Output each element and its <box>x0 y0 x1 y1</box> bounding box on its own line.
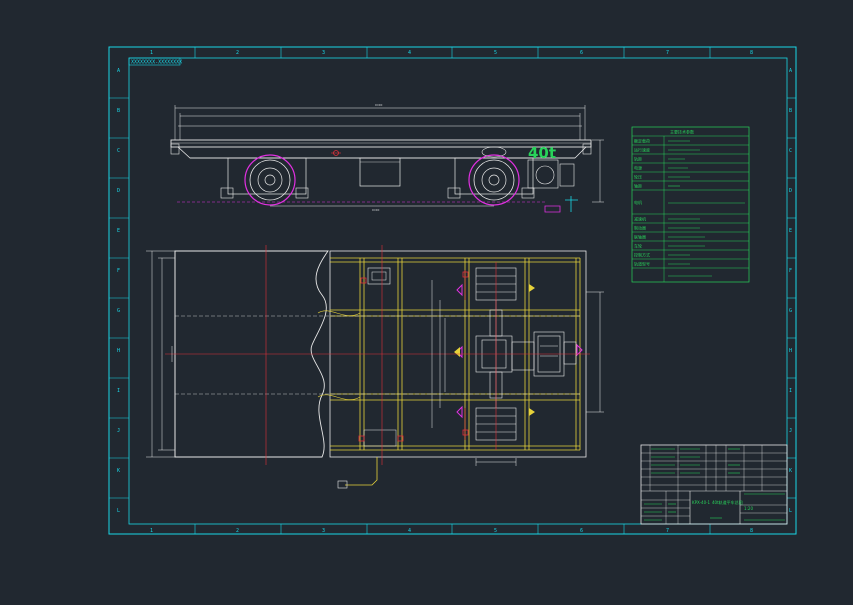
spec-row-label: 轨道型号 <box>634 261 650 267</box>
zone-row-label: G <box>789 308 792 314</box>
zone-col-label: 6 <box>580 50 583 56</box>
zone-col-label: 1 <box>150 528 153 534</box>
zone-row-label: H <box>117 348 120 354</box>
drawing-number: KPX-40-1 <box>692 500 711 505</box>
spec-row-label: 减速机 <box>634 216 646 222</box>
spec-table-title: 主要技术参数 <box>670 129 694 135</box>
side-elevation-view: ▭▭ 40t ▭▭ <box>170 102 604 213</box>
zone-row-label: A <box>789 68 792 74</box>
spec-row-label: 额定载荷 <box>634 138 650 144</box>
spec-row-label: 电机 <box>634 199 642 205</box>
spec-row-label: 运行速度 <box>634 147 650 153</box>
zone-col-label: 4 <box>408 50 411 56</box>
zone-row-label: K <box>117 468 120 474</box>
zone-row-label: D <box>789 188 792 194</box>
spec-row-label: 制动器 <box>634 225 646 231</box>
zone-row-label: H <box>789 348 792 354</box>
zone-row-label: E <box>117 228 120 234</box>
spec-row-label: 车轮 <box>634 243 642 249</box>
dim-text: ▭▭ <box>372 207 380 212</box>
zone-column-labels: 1 2 3 4 5 6 7 8 1 2 3 4 5 6 7 8 <box>150 50 753 534</box>
spec-row-label: 轮压 <box>634 174 642 180</box>
zone-row-label: F <box>117 268 120 274</box>
zone-row-label: B <box>789 108 792 114</box>
zone-row-label: L <box>117 508 120 514</box>
zone-col-label: 8 <box>750 50 753 56</box>
plan-view <box>146 245 604 489</box>
zone-col-label: 7 <box>666 528 669 534</box>
zone-col-label: 1 <box>150 50 153 56</box>
zone-row-label: D <box>117 188 120 194</box>
drawing-name: 40t轨道平车总图 <box>712 499 743 505</box>
zone-row-label: L <box>789 508 792 514</box>
zone-col-label: 2 <box>236 50 239 56</box>
spec-row-label: 控制方式 <box>634 252 650 258</box>
spec-row-label: 轨距 <box>634 156 642 162</box>
zone-row-label: E <box>789 228 792 234</box>
cad-drawing: 1 2 3 4 5 6 7 8 1 2 3 4 5 6 7 8 A B C D … <box>108 46 797 535</box>
zone-col-label: 3 <box>322 528 325 534</box>
zone-col-label: 7 <box>666 50 669 56</box>
zone-row-label: A <box>117 68 120 74</box>
spec-row-label: 联轴器 <box>634 234 646 240</box>
zone-row-label: B <box>117 108 120 114</box>
zone-col-label: 4 <box>408 528 411 534</box>
corner-label: XXXXXXXX-XXXXXXXX <box>131 60 182 66</box>
zone-col-label: 6 <box>580 528 583 534</box>
dim-text: ▭▭ <box>375 102 383 107</box>
zone-row-label: F <box>789 268 792 274</box>
zone-col-label: 5 <box>494 50 497 56</box>
zone-row-label: J <box>789 428 792 434</box>
zone-col-label: 8 <box>750 528 753 534</box>
zone-col-label: 2 <box>236 528 239 534</box>
zone-row-label: J <box>117 428 120 434</box>
zone-row-label: I <box>117 388 120 394</box>
zone-col-label: 5 <box>494 528 497 534</box>
zone-row-labels: A B C D E F G H I J K L A B C D E F G H … <box>117 68 792 514</box>
zone-col-label: 3 <box>322 50 325 56</box>
spec-table: 主要技术参数 额定载荷 运行速度 轨距 电源 轮压 轴距 电机 减速机 制动器 … <box>631 126 750 283</box>
drawing-scale: 1:20 <box>744 506 753 511</box>
zone-row-label: I <box>789 388 792 394</box>
zone-row-label: C <box>789 148 792 154</box>
spec-row-label: 轴距 <box>634 183 642 189</box>
capacity-label: 40t <box>528 144 556 162</box>
zone-row-label: K <box>789 468 792 474</box>
zone-row-label: C <box>117 148 120 154</box>
title-block: KPX-40-1 40t轨道平车总图 1:20 <box>640 444 788 525</box>
spec-row-label: 电源 <box>634 165 642 171</box>
zone-row-label: G <box>117 308 120 314</box>
